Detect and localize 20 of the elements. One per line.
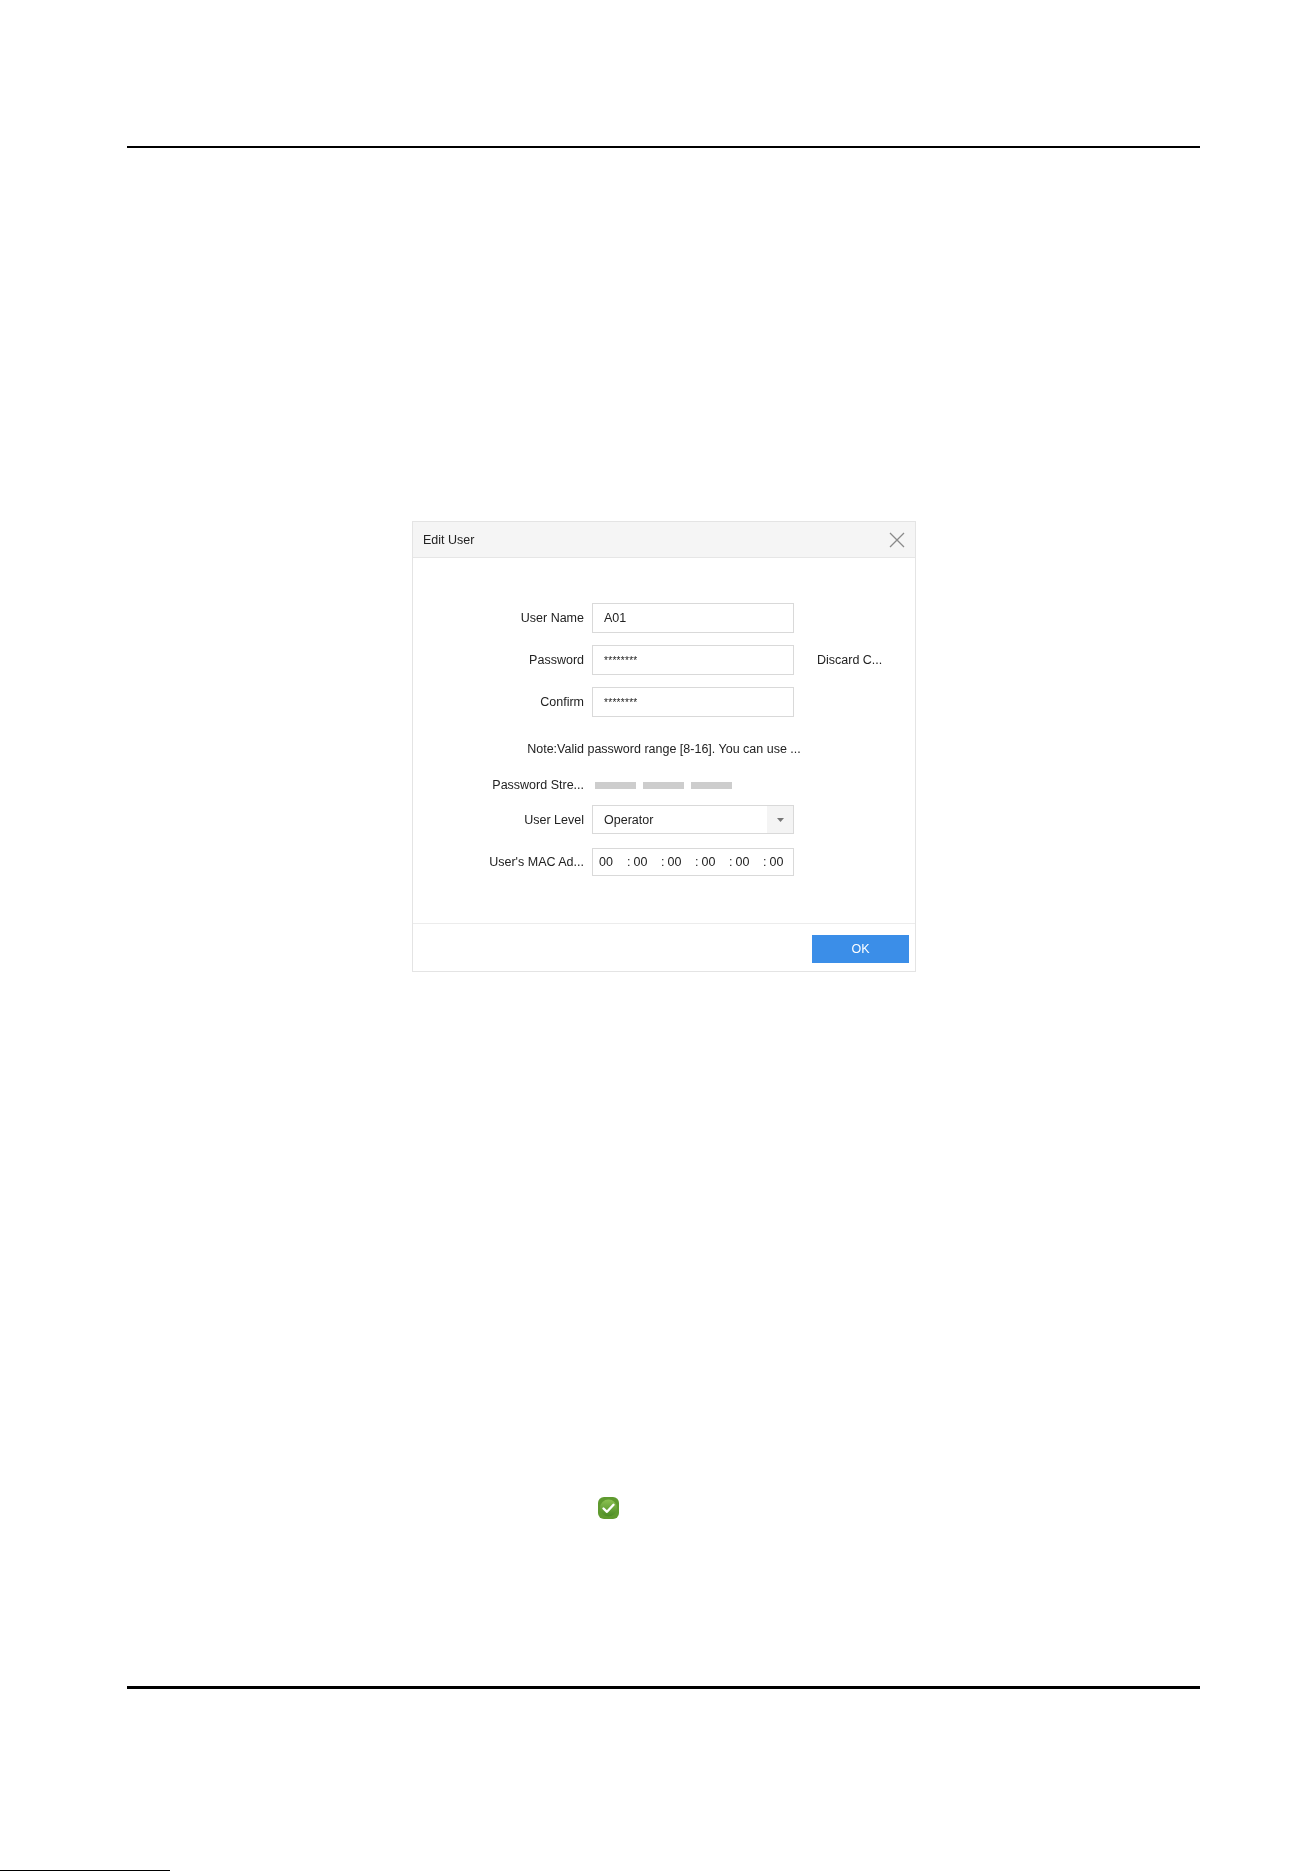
field-label: Confirm — [540, 695, 584, 709]
strength-segment — [595, 781, 636, 789]
password-field[interactable]: ******** — [592, 687, 794, 717]
user-level-select[interactable]: Operator — [592, 805, 794, 834]
password-field[interactable]: ******** — [592, 645, 794, 675]
check-icon — [598, 1497, 619, 1519]
field-label: User's MAC Ad... — [489, 855, 584, 869]
strength-segment — [643, 781, 684, 789]
field-label: Password Stre... — [492, 778, 584, 792]
field-label: User Name — [520, 611, 584, 625]
caret-icon — [776, 817, 784, 822]
strength-segment — [691, 781, 732, 789]
dialog-title: Edit User — [423, 532, 475, 547]
note-text: Note:Valid password range [8-16]. You can use ... — [527, 741, 801, 757]
field-label: User Level — [524, 812, 584, 827]
close-button[interactable] — [889, 531, 905, 548]
discard-link[interactable]: Discard C... — [817, 653, 883, 667]
field-label: Password — [529, 653, 584, 667]
text-field[interactable]: A01 — [592, 603, 794, 633]
mac-address-field[interactable]: 00 : 00 : 00 : 00 : 00 : 00 — [592, 848, 794, 876]
